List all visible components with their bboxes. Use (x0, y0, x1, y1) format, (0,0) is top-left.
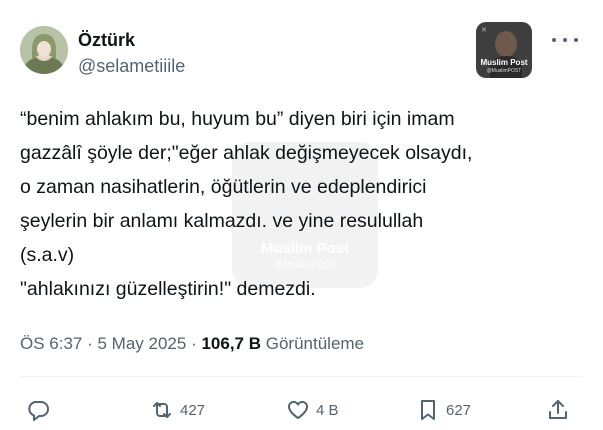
reply-button[interactable] (26, 392, 56, 428)
tweet-time[interactable]: ÖS 6:37 (20, 334, 82, 353)
like-count: 4 B (316, 401, 339, 419)
tweet-date[interactable]: 5 May 2025 (98, 334, 187, 353)
action-bar: 427 4 B 627 (0, 392, 603, 428)
tweet-line: şeylerin bir anlamı kalmazdı. ve yine re… (20, 210, 424, 232)
author-name[interactable]: Öztürk (78, 30, 135, 51)
tweet-header: Öztürk @selametiiile ✕ Muslim Post @Musl… (0, 0, 603, 90)
tweet-line: (s.a.v) (20, 244, 75, 266)
badge-subtitle: @MuslimPOST (486, 68, 522, 74)
tweet-line: gazzâlî şöyle der;"eğer ahlak değişmeyec… (20, 142, 473, 164)
tweet-text: “benim ahlakım bu, huyum bu” diyen biri … (20, 102, 590, 306)
author-handle[interactable]: @selametiiile (78, 56, 185, 77)
meta-separator: · (191, 334, 202, 353)
bookmark-count: 627 (446, 401, 472, 419)
x-logo-icon: ✕ (481, 27, 487, 34)
share-icon (549, 400, 567, 419)
tweet-line: o zaman nasihatlerin, öğütlerin ve edepl… (20, 176, 427, 198)
heart-icon (287, 400, 309, 419)
divider (20, 376, 583, 377)
muslim-post-badge[interactable]: ✕ Muslim Post @MuslimPOST (476, 22, 532, 78)
retweet-icon (153, 402, 171, 418)
retweet-button[interactable]: 427 (150, 392, 205, 428)
tweet-line: “benim ahlakım bu, huyum bu” diyen biri … (20, 108, 455, 130)
badge-title: Muslim Post (480, 58, 528, 67)
views-label: Görüntüleme (265, 334, 365, 353)
bookmark-icon (421, 400, 435, 420)
tweet-meta: ÖS 6:37 · 5 May 2025 · 106,7 B Görüntüle… (20, 334, 364, 354)
retweet-count: 427 (180, 401, 206, 419)
views-count: 106,7 B (201, 334, 262, 353)
more-options-icon[interactable] (552, 30, 578, 50)
tweet-line: "ahlakınızı güzelleştirin!" demezdi. (20, 278, 316, 300)
share-button[interactable] (546, 392, 570, 428)
avatar-image (20, 26, 68, 74)
meta-separator: · (87, 334, 98, 353)
reply-icon (28, 401, 49, 421)
avatar[interactable] (20, 26, 68, 74)
like-button[interactable]: 4 B (286, 392, 339, 428)
bookmark-button[interactable]: 627 (416, 392, 471, 428)
